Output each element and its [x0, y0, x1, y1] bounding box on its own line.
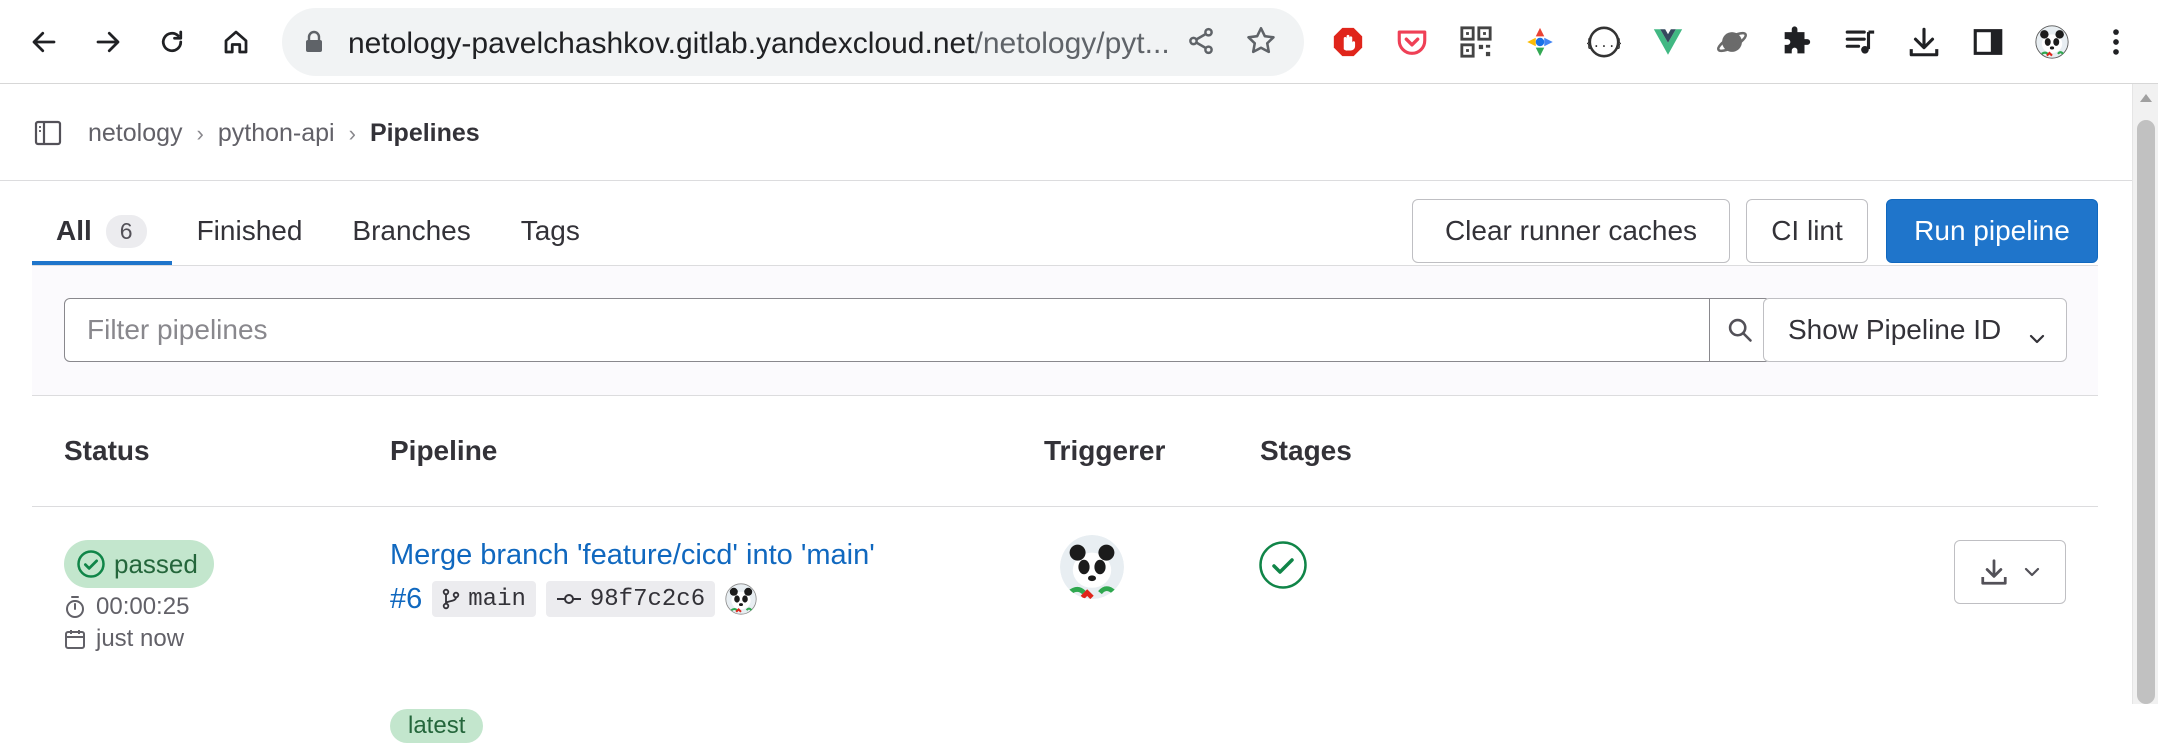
breadcrumb-netology[interactable]: netology: [88, 119, 183, 148]
run-pipeline-button[interactable]: Run pipeline: [1886, 199, 2098, 263]
breadcrumb: netology › python-api › Pipelines: [88, 119, 480, 148]
filter-bar: Show Pipeline ID: [32, 266, 2098, 396]
branch-icon: [443, 588, 460, 610]
tab-tags[interactable]: Tags: [496, 197, 605, 265]
reload-icon[interactable]: [150, 20, 194, 64]
clear-runner-caches-button[interactable]: Clear runner caches: [1412, 199, 1730, 263]
dropdown-label: Show Pipeline ID: [1788, 314, 2002, 345]
finished-time-text: just now: [96, 625, 185, 652]
breadcrumb-separator-icon: ›: [348, 120, 356, 146]
calendar-icon: [65, 630, 85, 649]
tab-finished[interactable]: Finished: [172, 197, 328, 265]
pipeline-duration: 00:00:25: [64, 593, 189, 621]
table-row: [32, 508, 2098, 704]
tab-count-badge: 6: [105, 214, 147, 248]
pipeline-id-link[interactable]: #6: [390, 583, 422, 616]
side-panel-icon[interactable]: [1966, 20, 2010, 64]
svg-text:{...}: {...}: [1587, 36, 1621, 51]
pipeline-finished-time: just now: [64, 625, 184, 653]
tab-branches[interactable]: Branches: [327, 197, 495, 265]
search-icon: [1728, 318, 1752, 342]
pocket-icon[interactable]: [1390, 20, 1434, 64]
commit-title-link[interactable]: Merge branch 'feature/cicd' into 'main': [390, 539, 875, 572]
status-badge[interactable]: passed: [64, 540, 214, 588]
commit-sha-chip[interactable]: 98f7c2c6: [545, 581, 716, 617]
download-artifacts-button[interactable]: [1954, 540, 2066, 604]
branch-name: main: [468, 585, 526, 613]
stage-success-icon[interactable]: [1258, 540, 1308, 590]
planet-icon[interactable]: [1710, 20, 1754, 64]
show-pipeline-id-dropdown[interactable]: Show Pipeline ID: [1763, 298, 2067, 362]
search-button[interactable]: [1709, 298, 1771, 362]
breadcrumb-current[interactable]: Pipelines: [370, 119, 480, 148]
latest-badge: latest: [390, 709, 484, 743]
breadcrumb-separator-icon: ›: [196, 120, 204, 146]
column-header-pipeline: Pipeline: [390, 435, 498, 466]
filter-pipelines-input[interactable]: [64, 298, 1710, 362]
pipeline-tabs: All 6 Finished Branches Tags: [32, 197, 605, 265]
scroll-up-arrow[interactable]: [2140, 94, 2152, 102]
qr-code-icon[interactable]: [1454, 20, 1498, 64]
download-icon: [1981, 559, 2007, 585]
browser-toolbar: netology-pavelchashkov.gitlab.yandexclou…: [0, 0, 2158, 84]
back-icon[interactable]: [22, 20, 66, 64]
color-picker-icon[interactable]: [1518, 20, 1562, 64]
tab-label: Finished: [196, 215, 303, 246]
status-label: passed: [114, 548, 198, 579]
sidebar-toggle-icon[interactable]: [34, 119, 62, 147]
commit-sha: 98f7c2c6: [589, 585, 706, 613]
tab-all[interactable]: All 6: [32, 197, 172, 265]
lock-icon[interactable]: [304, 30, 324, 59]
downloads-icon[interactable]: [1902, 20, 1946, 64]
table-header: Status Pipeline Triggerer Stages: [32, 397, 2098, 507]
branch-ref-chip[interactable]: main: [432, 581, 536, 617]
extensions-icon[interactable]: [1774, 20, 1818, 64]
address-bar[interactable]: netology-pavelchashkov.gitlab.yandexclou…: [282, 8, 1304, 76]
chevron-down-icon: [2028, 323, 2046, 355]
chevron-down-icon: [2024, 567, 2040, 577]
home-icon[interactable]: [214, 20, 258, 64]
tab-label: Tags: [520, 215, 580, 246]
duration-text: 00:00:25: [96, 593, 190, 620]
tab-label: Branches: [352, 215, 471, 246]
column-header-status: Status: [64, 435, 150, 466]
column-header-triggerer: Triggerer: [1044, 435, 1166, 466]
commit-icon: [556, 594, 581, 604]
scrollbar-thumb[interactable]: [2137, 120, 2155, 704]
pipeline-refs: #6 main 98f7c2c6: [390, 581, 757, 617]
forward-icon[interactable]: [86, 20, 130, 64]
breadcrumb-python-api[interactable]: python-api: [218, 119, 335, 148]
share-icon[interactable]: [1186, 26, 1216, 61]
menu-icon[interactable]: [2094, 20, 2138, 64]
vue-devtools-icon[interactable]: [1646, 20, 1690, 64]
url-text: netology-pavelchashkov.gitlab.yandexclou…: [348, 27, 1170, 60]
json-viewer-icon[interactable]: {...}: [1582, 20, 1626, 64]
media-playlist-icon[interactable]: [1838, 20, 1882, 64]
status-success-icon: [77, 550, 105, 578]
top-bar: netology › python-api › Pipelines: [0, 85, 2132, 181]
page-scrollbar[interactable]: [2132, 84, 2158, 704]
bookmark-star-icon[interactable]: [1244, 24, 1278, 63]
timer-icon: [66, 596, 84, 618]
profile-avatar[interactable]: [2030, 20, 2074, 64]
triggerer-avatar[interactable]: [1060, 535, 1124, 599]
tab-label: All: [56, 215, 92, 246]
gitlab-pipelines-page: netology › python-api › Pipelines All 6 …: [0, 85, 2132, 743]
commit-author-avatar[interactable]: [725, 583, 757, 615]
adblock-icon[interactable]: [1326, 20, 1370, 64]
column-header-stages: Stages: [1260, 435, 1352, 466]
ci-lint-button[interactable]: CI lint: [1746, 199, 1868, 263]
